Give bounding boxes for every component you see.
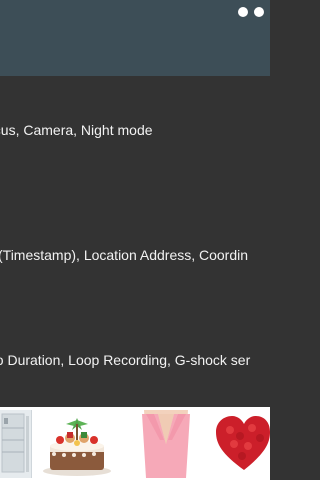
feature-list: ocus, Camera, Night mode (Timestamp), Lo… [0,76,270,408]
appliance-image [0,410,31,478]
feature-line: eo Duration, Loop Recording, G-shock ser [0,352,251,368]
app-bar [0,24,270,76]
feature-line: ocus, Camera, Night mode [0,122,153,138]
thumbnail-strip[interactable] [0,408,270,480]
status-dot-icon [254,7,264,17]
heart-roses-thumbnail[interactable] [212,410,270,478]
status-dot-icon [238,7,248,17]
cake-thumbnail[interactable] [36,410,120,478]
cake-image [36,410,120,478]
pink-top-image [124,410,208,478]
feature-line: (Timestamp), Location Address, Coordin [0,247,249,263]
status-bar [0,0,270,24]
pink-top-thumbnail[interactable] [124,410,208,478]
appliance-thumbnail[interactable] [0,410,32,478]
heart-roses-image [212,410,270,478]
